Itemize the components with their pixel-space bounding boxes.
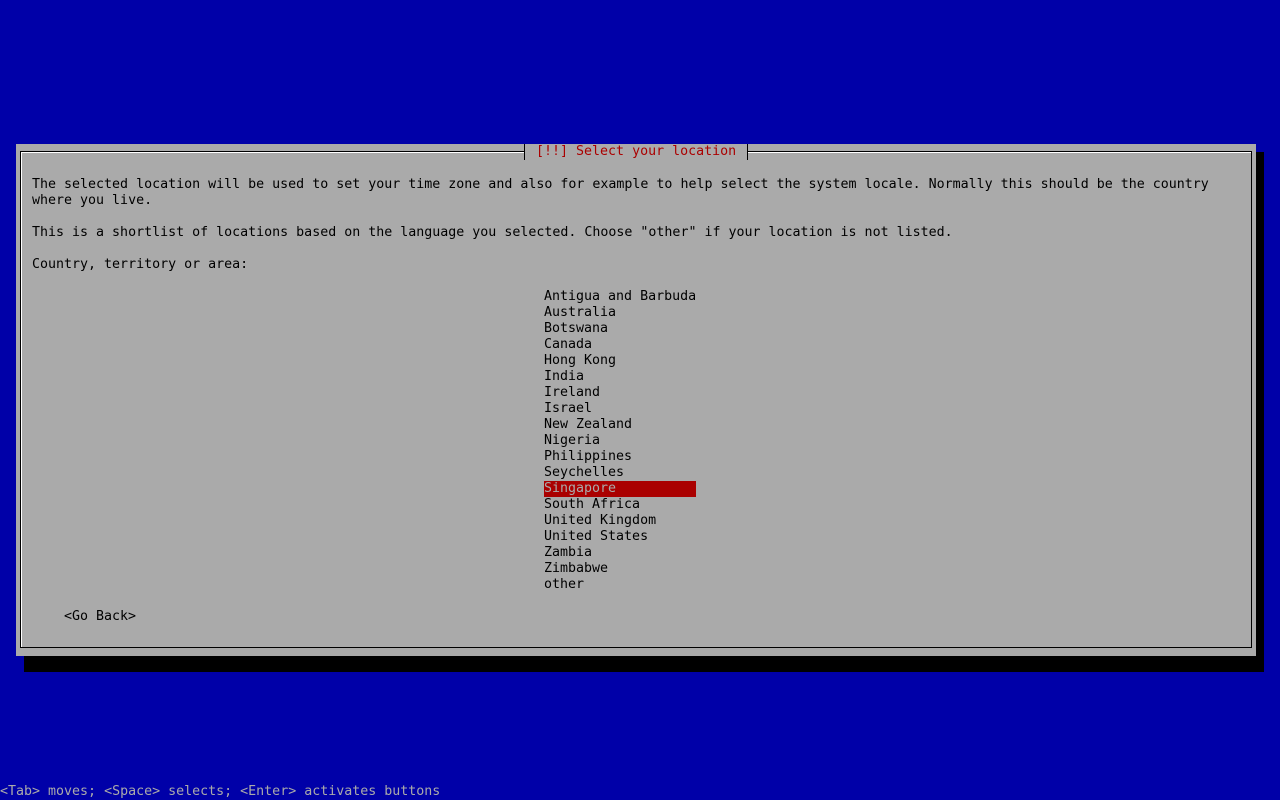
country-prompt: Country, territory or area: bbox=[32, 257, 249, 272]
location-item[interactable]: Ireland bbox=[544, 385, 696, 401]
location-item[interactable]: Singapore bbox=[544, 481, 696, 497]
location-item[interactable]: Seychelles bbox=[544, 465, 696, 481]
location-dialog: [!!] Select your location The selected l… bbox=[16, 144, 1256, 656]
description-line-1: The selected location will be used to se… bbox=[32, 177, 1209, 192]
location-item[interactable]: Philippines bbox=[544, 449, 696, 465]
help-statusbar: <Tab> moves; <Space> selects; <Enter> ac… bbox=[0, 784, 441, 799]
dialog-title: [!!] Select your location bbox=[524, 144, 749, 160]
location-item[interactable]: United Kingdom bbox=[544, 513, 696, 529]
location-item[interactable]: Israel bbox=[544, 401, 696, 417]
location-item[interactable]: Australia bbox=[544, 305, 696, 321]
location-item[interactable]: Antigua and Barbuda bbox=[544, 289, 696, 305]
location-list[interactable]: Antigua and Barbuda Australia Botswana Cana… bbox=[544, 289, 696, 593]
shortlist-note: This is a shortlist of locations based o… bbox=[32, 225, 953, 240]
location-item[interactable]: Zambia bbox=[544, 545, 696, 561]
location-item[interactable]: Hong Kong bbox=[544, 353, 696, 369]
location-item[interactable]: New Zealand bbox=[544, 417, 696, 433]
location-item[interactable]: South Africa bbox=[544, 497, 696, 513]
description-line-2: where you live. bbox=[32, 193, 153, 208]
location-item[interactable]: Botswana bbox=[544, 321, 696, 337]
location-item[interactable]: India bbox=[544, 369, 696, 385]
go-back-button[interactable]: <Go Back> bbox=[64, 609, 136, 625]
location-item[interactable]: Canada bbox=[544, 337, 696, 353]
location-item[interactable]: Nigeria bbox=[544, 433, 696, 449]
location-item[interactable]: United States bbox=[544, 529, 696, 545]
location-item[interactable]: Zimbabwe bbox=[544, 561, 696, 577]
location-item[interactable]: other bbox=[544, 577, 696, 593]
